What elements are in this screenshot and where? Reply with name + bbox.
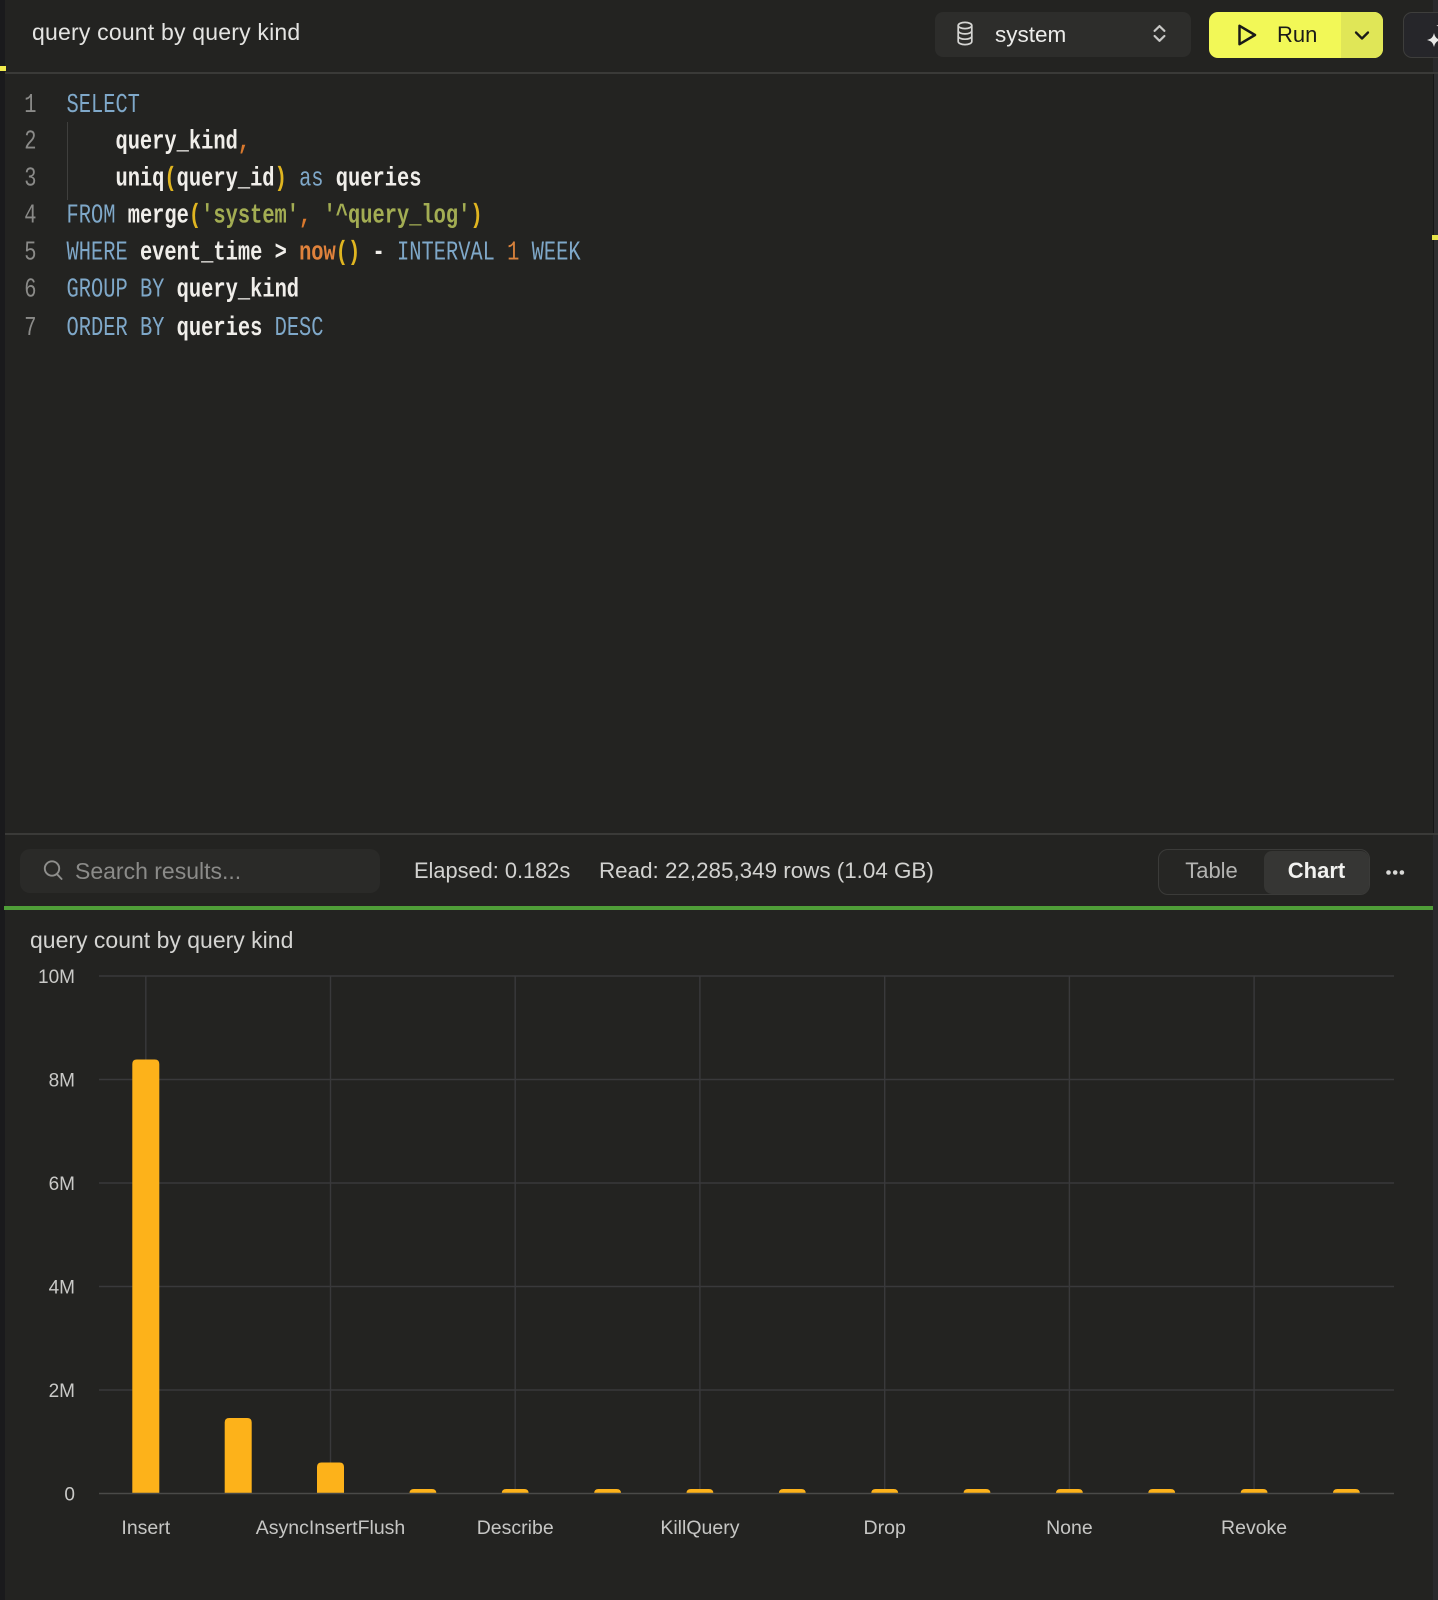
svg-text:2M: 2M (49, 1381, 75, 1402)
svg-text:8M: 8M (49, 1070, 75, 1091)
svg-text:AsyncInsertFlush: AsyncInsertFlush (256, 1517, 406, 1539)
svg-text:KillQuery: KillQuery (660, 1517, 739, 1539)
svg-text:Insert: Insert (121, 1517, 170, 1539)
svg-text:Revoke: Revoke (1221, 1517, 1287, 1539)
svg-text:Describe: Describe (477, 1517, 554, 1539)
svg-text:None: None (1046, 1517, 1093, 1539)
svg-text:10M: 10M (38, 967, 75, 988)
svg-text:4M: 4M (49, 1277, 75, 1298)
svg-text:Drop: Drop (864, 1517, 906, 1539)
svg-text:6M: 6M (49, 1174, 75, 1195)
svg-text:0: 0 (64, 1484, 75, 1505)
